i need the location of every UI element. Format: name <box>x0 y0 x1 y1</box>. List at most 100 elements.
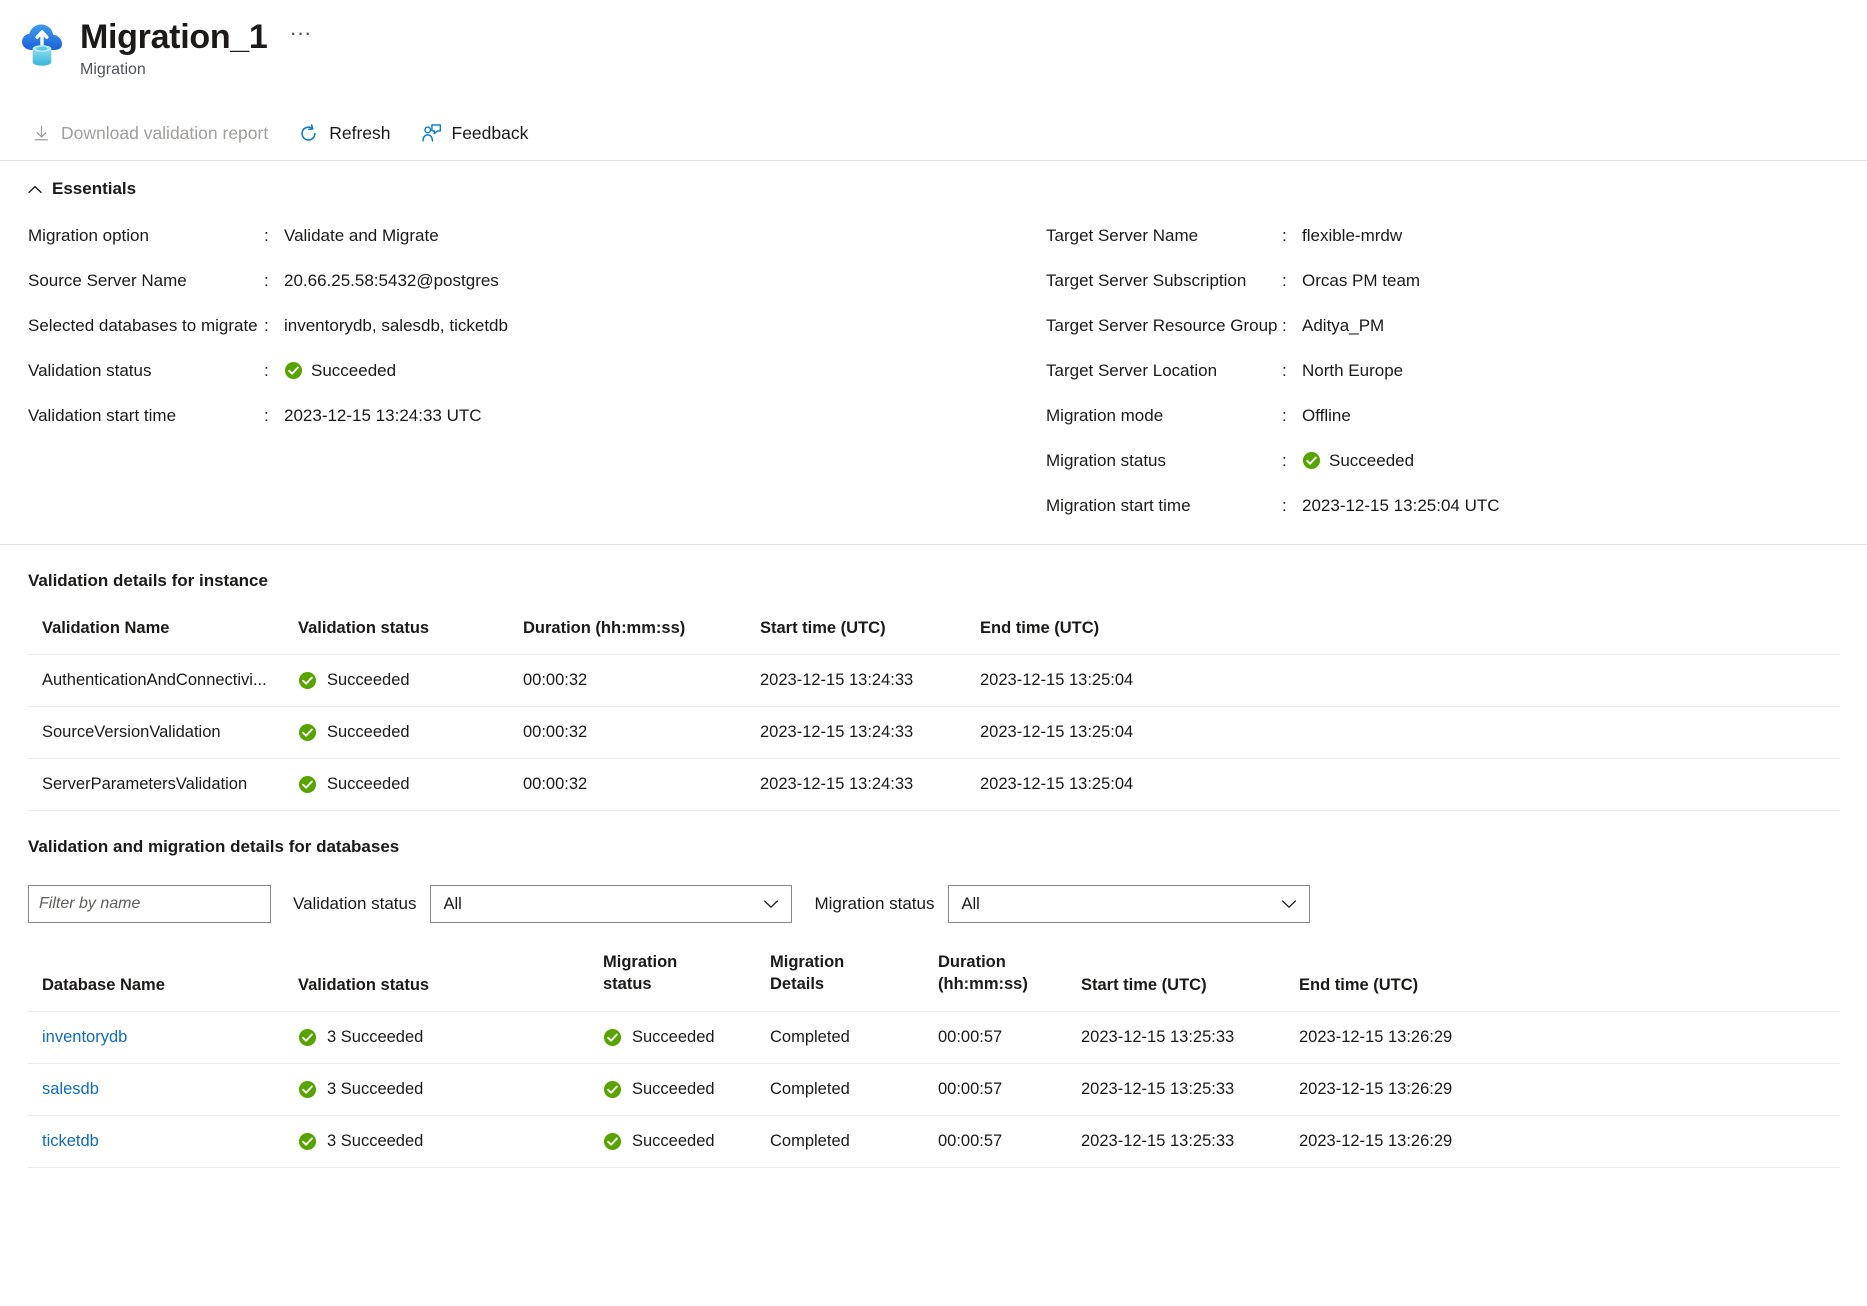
cell-migration-status: Succeeded <box>603 1011 770 1064</box>
cell-migration-status: Succeeded <box>603 1115 770 1168</box>
cell-validation-status: 3 Succeeded <box>298 1063 603 1116</box>
table-row[interactable]: salesdb 3 Succeeded Succeeded Completed … <box>28 1063 1840 1116</box>
validation-status-filter[interactable]: All <box>430 885 793 923</box>
table-row[interactable]: ticketdb 3 Succeeded Succeeded Completed… <box>28 1115 1840 1168</box>
validation-status-selected-value: All <box>443 894 462 913</box>
column-header-start-time[interactable]: Start time (UTC) <box>760 619 980 655</box>
essentials-row-target-server-name: Target Server Name : flexible-mrdw <box>1046 213 1686 258</box>
cell-end-time: 2023-12-15 13:25:04 <box>980 758 1840 811</box>
success-check-icon <box>1302 451 1321 470</box>
filter-by-name-input[interactable] <box>28 885 271 923</box>
refresh-button[interactable]: Refresh <box>296 121 392 146</box>
database-name-link[interactable]: inventorydb <box>42 1028 127 1046</box>
field-value: Orcas PM team <box>1302 270 1421 290</box>
database-name-link[interactable]: salesdb <box>42 1080 99 1098</box>
table-row[interactable]: SourceVersionValidation Succeeded 00:00:… <box>28 706 1840 759</box>
column-header-validation-status[interactable]: Validation status <box>298 951 603 1012</box>
field-value-group: Succeeded <box>1302 451 1414 471</box>
cell-start-time: 2023-12-15 13:25:33 <box>1081 1011 1299 1064</box>
migration-status-select[interactable]: All <box>948 885 1311 923</box>
cell-end-time: 2023-12-15 13:26:29 <box>1299 1115 1840 1168</box>
column-header-validation-name[interactable]: Validation Name <box>28 619 298 655</box>
success-check-icon <box>298 1028 317 1047</box>
cell-database-name: inventorydb <box>28 1011 298 1064</box>
essentials-title: Essentials <box>52 179 137 198</box>
essentials-toggle[interactable]: Essentials <box>0 179 1867 199</box>
success-check-icon <box>298 775 317 794</box>
refresh-icon <box>298 123 319 144</box>
cell-validation-name: ServerParametersValidation <box>28 758 298 811</box>
status-text: 3 Succeeded <box>327 1080 424 1098</box>
cloud-database-migration-icon <box>18 20 68 70</box>
cell-validation-status: Succeeded <box>298 706 523 759</box>
cell-duration: 00:00:57 <box>938 1011 1081 1064</box>
cell-duration: 00:00:57 <box>938 1063 1081 1116</box>
column-header-duration[interactable]: Duration (hh:mm:ss) <box>523 619 760 655</box>
success-check-icon <box>298 1132 317 1151</box>
essentials-columns: Migration option : Validate and Migrate … <box>0 213 1867 528</box>
status-text: Succeeded <box>1329 450 1415 470</box>
field-colon: : <box>1282 360 1287 380</box>
cell-start-time: 2023-12-15 13:24:33 <box>760 758 980 811</box>
table-row[interactable]: AuthenticationAndConnectivi... Succeeded… <box>28 654 1840 707</box>
chevron-down-icon <box>763 895 779 914</box>
column-header-end-time[interactable]: End time (UTC) <box>980 619 1840 655</box>
field-colon: : <box>1282 315 1287 335</box>
field-label: Validation status <box>28 360 152 380</box>
field-label: Migration option <box>28 225 149 245</box>
feedback-label: Feedback <box>451 123 529 143</box>
field-label: Target Server Subscription <box>1046 270 1247 290</box>
database-name-link[interactable]: ticketdb <box>42 1132 99 1150</box>
field-label: Target Server Location <box>1046 360 1218 380</box>
field-label: Target Server Name <box>1046 225 1199 245</box>
download-validation-report-button[interactable]: Download validation report <box>30 121 270 146</box>
title-block: Migration_1 ··· Migration <box>80 16 318 79</box>
table-row[interactable]: inventorydb 3 Succeeded Succeeded Comple… <box>28 1011 1840 1064</box>
more-options-button[interactable]: ··· <box>284 21 318 53</box>
field-label: Migration mode <box>1046 405 1164 425</box>
database-filter-bar: Validation status All Migration status A… <box>28 885 1867 923</box>
success-check-icon <box>298 1080 317 1099</box>
status-text: Succeeded <box>327 723 410 741</box>
column-header-migration-status[interactable]: Migration status <box>603 951 770 1012</box>
success-check-icon <box>603 1132 622 1151</box>
success-check-icon <box>298 723 317 742</box>
cell-end-time: 2023-12-15 13:26:29 <box>1299 1011 1840 1064</box>
status-text: Succeeded <box>311 360 397 380</box>
field-colon: : <box>1282 450 1287 470</box>
column-header-migration-details[interactable]: Migration Details <box>770 951 938 1012</box>
feedback-button[interactable]: Feedback <box>419 121 531 146</box>
migration-detail-page: Migration_1 ··· Migration Download valid… <box>0 0 1867 1306</box>
essentials-left-column: Migration option : Validate and Migrate … <box>28 213 1046 528</box>
cell-start-time: 2023-12-15 13:24:33 <box>760 706 980 759</box>
column-header-database-name[interactable]: Database Name <box>28 951 298 1012</box>
essentials-row-source-server-name: Source Server Name : 20.66.25.58:5432@po… <box>28 258 1046 303</box>
migration-status-filter[interactable]: All <box>948 885 1311 923</box>
status-text: 3 Succeeded <box>327 1132 424 1150</box>
status-text: Succeeded <box>632 1028 715 1046</box>
table-row[interactable]: ServerParametersValidation Succeeded 00:… <box>28 758 1840 811</box>
column-header-start-time[interactable]: Start time (UTC) <box>1081 951 1299 1012</box>
essentials-right-column: Target Server Name : flexible-mrdw Targe… <box>1046 213 1686 528</box>
essentials-row-target-server-subscription: Target Server Subscription : Orcas PM te… <box>1046 258 1686 303</box>
column-header-validation-status[interactable]: Validation status <box>298 619 523 655</box>
field-value: Aditya_PM <box>1302 315 1385 335</box>
cell-migration-details: Completed <box>770 1011 938 1064</box>
download-validation-report-label: Download validation report <box>61 123 269 143</box>
essentials-row-migration-mode: Migration mode : Offline <box>1046 393 1686 438</box>
column-header-end-time[interactable]: End time (UTC) <box>1299 951 1840 1012</box>
field-colon: : <box>1282 270 1287 290</box>
field-value-group: Succeeded <box>284 361 396 381</box>
essentials-row-target-server-resource-group: Target Server Resource Group : Aditya_PM <box>1046 303 1686 348</box>
cell-end-time: 2023-12-15 13:26:29 <box>1299 1063 1840 1116</box>
field-colon: : <box>1282 225 1287 245</box>
cell-validation-status: 3 Succeeded <box>298 1115 603 1168</box>
column-header-duration[interactable]: Duration (hh:mm:ss) <box>938 951 1081 1012</box>
essentials-row-migration-start-time: Migration start time : 2023-12-15 13:25:… <box>1046 483 1686 528</box>
status-text: Succeeded <box>632 1132 715 1150</box>
field-colon: : <box>1282 495 1287 515</box>
feedback-icon <box>421 123 442 144</box>
validation-status-select[interactable]: All <box>430 885 793 923</box>
title-row: Migration_1 ··· Migration <box>0 16 1867 79</box>
essentials-row-validation-status: Validation status : Succeeded <box>28 348 1046 393</box>
